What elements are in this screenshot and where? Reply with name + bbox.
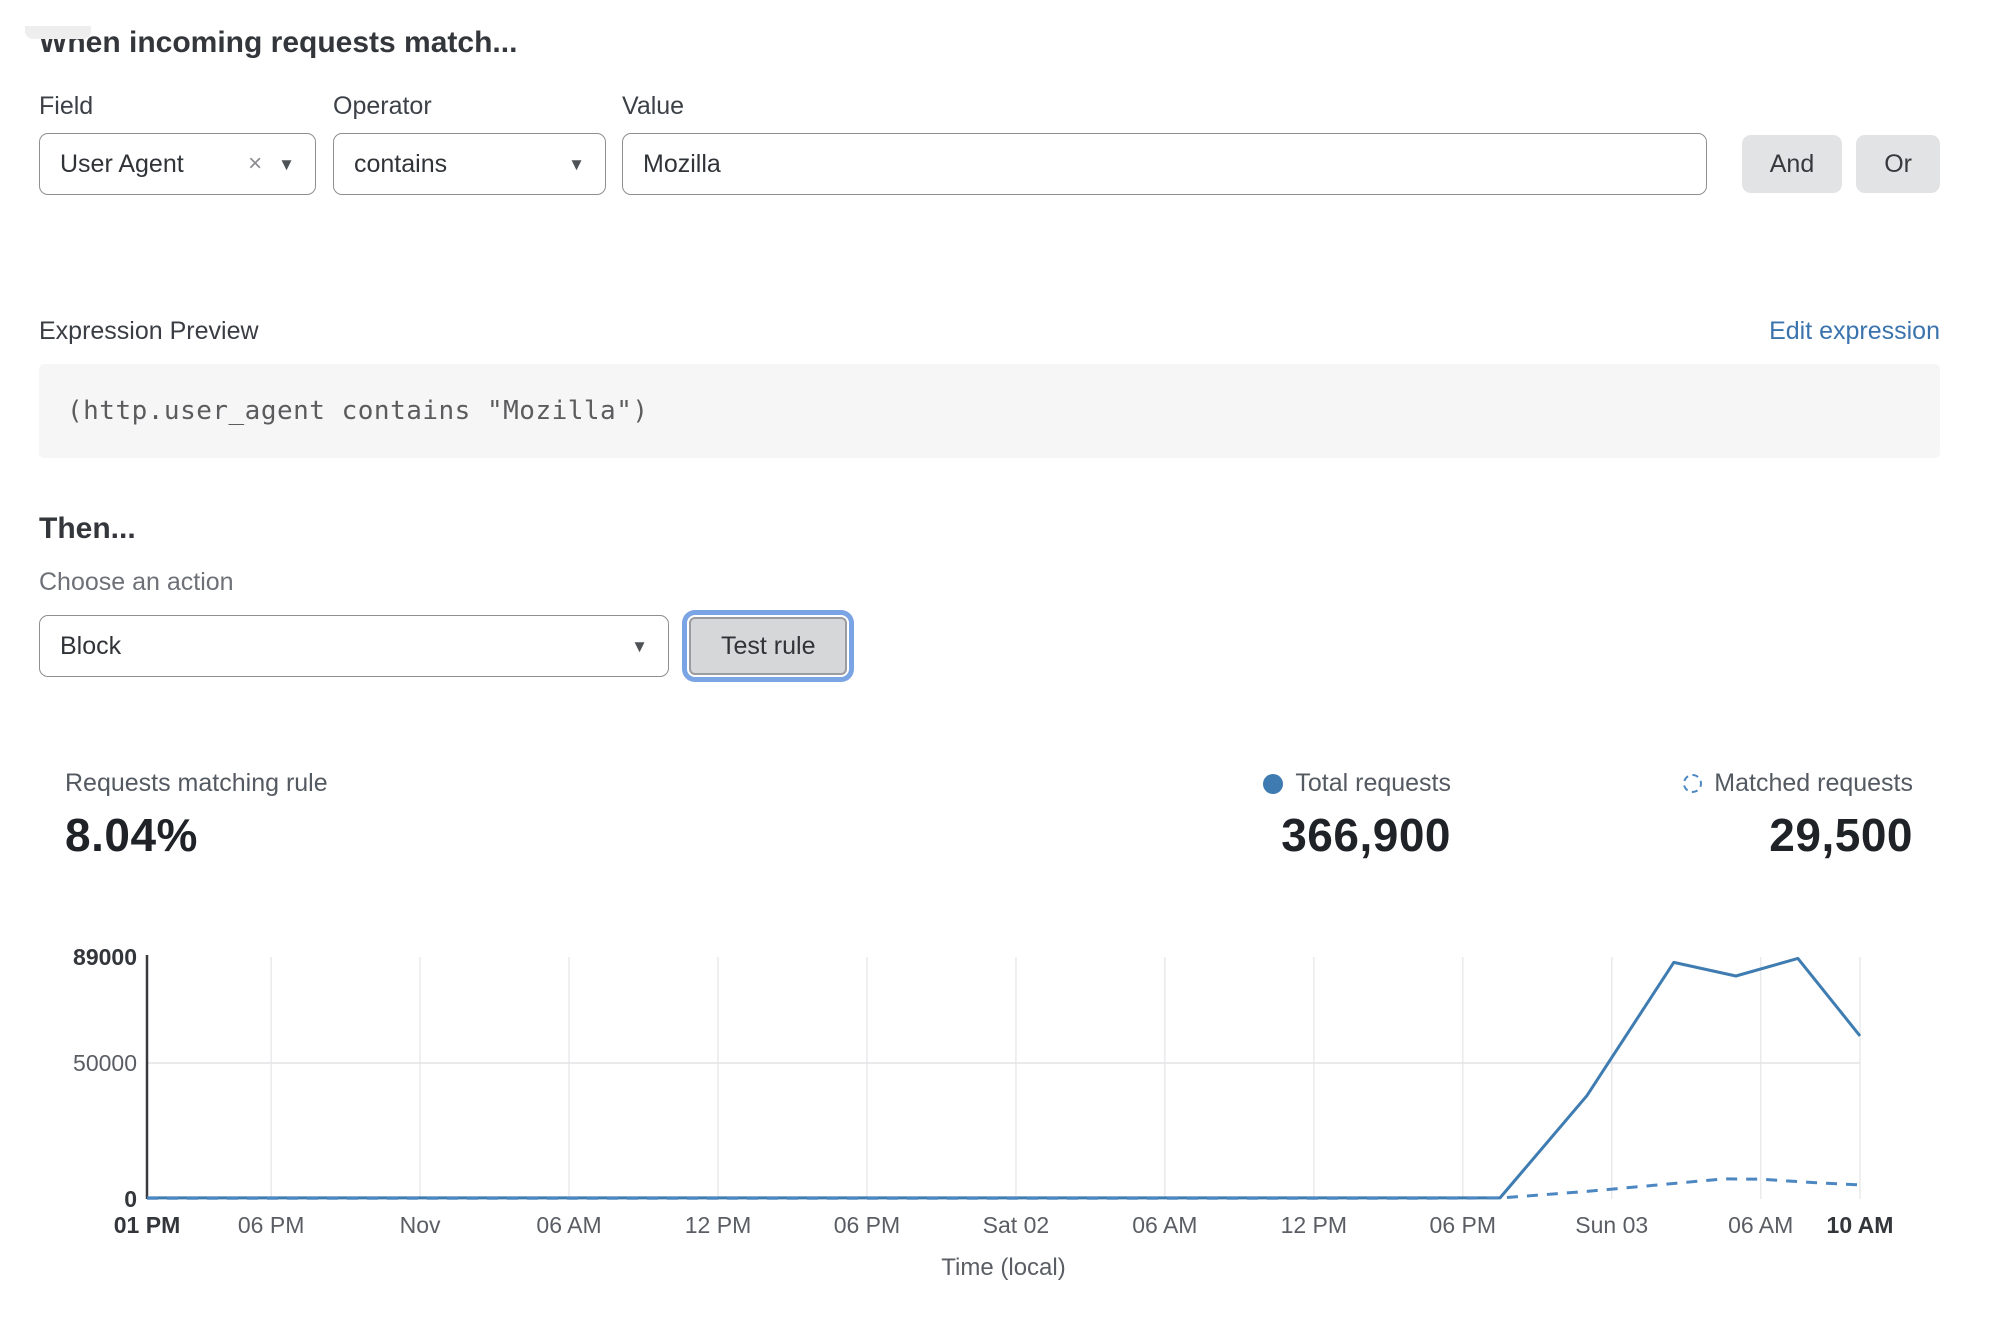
matched-requests-legend-icon bbox=[1683, 774, 1702, 793]
operator-label: Operator bbox=[333, 92, 622, 121]
operator-select[interactable]: contains ▼ bbox=[333, 133, 606, 195]
stat-requests-matching: Requests matching rule 8.04% bbox=[65, 769, 328, 862]
svg-text:06 AM: 06 AM bbox=[536, 1212, 601, 1238]
chevron-down-icon: ▼ bbox=[278, 156, 295, 173]
expression-code: (http.user_agent contains "Mozilla") bbox=[67, 396, 649, 426]
expression-code-block: (http.user_agent contains "Mozilla") bbox=[39, 364, 1940, 458]
condition-labels-row: Field Operator Value bbox=[39, 92, 1940, 121]
operator-select-value: contains bbox=[354, 150, 447, 179]
svg-text:50000: 50000 bbox=[73, 1050, 137, 1076]
chart-canvas: 0 50000 89000 01 PM 06 PM Nov 06 AM 12 PM 06 PM S… bbox=[39, 945, 1940, 1290]
total-requests-legend-icon bbox=[1263, 774, 1283, 794]
clear-field-icon[interactable]: × bbox=[248, 152, 262, 176]
svg-text:12 PM: 12 PM bbox=[685, 1212, 751, 1238]
and-button[interactable]: And bbox=[1742, 135, 1842, 193]
svg-text:Sat 02: Sat 02 bbox=[983, 1212, 1050, 1238]
svg-text:Time (local): Time (local) bbox=[941, 1254, 1065, 1281]
svg-text:Nov: Nov bbox=[400, 1212, 441, 1238]
or-button[interactable]: Or bbox=[1856, 135, 1940, 193]
top-edge-artifact bbox=[25, 26, 91, 39]
matched-requests-label: Matched requests bbox=[1714, 769, 1913, 798]
total-requests-label: Total requests bbox=[1295, 769, 1451, 798]
svg-text:06 PM: 06 PM bbox=[238, 1212, 304, 1238]
stat-matched-requests: Matched requests 29,500 bbox=[1683, 769, 1913, 862]
svg-text:06 PM: 06 PM bbox=[1430, 1212, 1496, 1238]
requests-chart: 0 50000 89000 01 PM 06 PM Nov 06 AM 12 PM 06 PM S… bbox=[39, 945, 1940, 1290]
svg-text:06 PM: 06 PM bbox=[834, 1212, 900, 1238]
action-select-value: Block bbox=[60, 632, 121, 661]
svg-text:Sun 03: Sun 03 bbox=[1575, 1212, 1648, 1238]
then-heading: Then... bbox=[39, 512, 1940, 546]
chevron-down-icon: ▼ bbox=[631, 638, 648, 655]
action-row: Block ▼ Test rule bbox=[39, 615, 1940, 677]
svg-text:10 AM: 10 AM bbox=[1827, 1212, 1894, 1238]
field-select-value: User Agent bbox=[60, 150, 184, 179]
svg-text:06 AM: 06 AM bbox=[1132, 1212, 1197, 1238]
requests-matching-value: 8.04% bbox=[65, 808, 328, 862]
svg-text:12 PM: 12 PM bbox=[1281, 1212, 1347, 1238]
chevron-down-icon: ▼ bbox=[568, 156, 585, 173]
edit-expression-link[interactable]: Edit expression bbox=[1769, 317, 1940, 346]
test-rule-button[interactable]: Test rule bbox=[689, 617, 847, 675]
total-requests-value: 366,900 bbox=[1263, 808, 1451, 862]
choose-action-label: Choose an action bbox=[39, 568, 1940, 597]
expression-preview-label: Expression Preview bbox=[39, 317, 259, 346]
field-label: Field bbox=[39, 92, 333, 121]
match-heading: When incoming requests match... bbox=[39, 26, 1940, 60]
matched-requests-value: 29,500 bbox=[1683, 808, 1913, 862]
svg-text:89000: 89000 bbox=[73, 945, 137, 970]
expression-preview-row: Expression Preview Edit expression bbox=[39, 317, 1940, 346]
stat-total-requests: Total requests 366,900 bbox=[1263, 769, 1451, 862]
svg-text:01 PM: 01 PM bbox=[114, 1212, 180, 1238]
requests-matching-label: Requests matching rule bbox=[65, 769, 328, 798]
field-select[interactable]: User Agent × ▼ bbox=[39, 133, 316, 195]
stats-row: Requests matching rule 8.04% Total reque… bbox=[39, 769, 1940, 871]
action-select[interactable]: Block ▼ bbox=[39, 615, 669, 677]
condition-row: User Agent × ▼ contains ▼ And Or bbox=[39, 133, 1940, 195]
value-label: Value bbox=[622, 92, 1940, 121]
rule-builder-page: When incoming requests match... Field Op… bbox=[0, 26, 1999, 1290]
svg-text:06 AM: 06 AM bbox=[1728, 1212, 1793, 1238]
svg-text:0: 0 bbox=[124, 1186, 137, 1212]
value-input[interactable] bbox=[622, 133, 1707, 195]
